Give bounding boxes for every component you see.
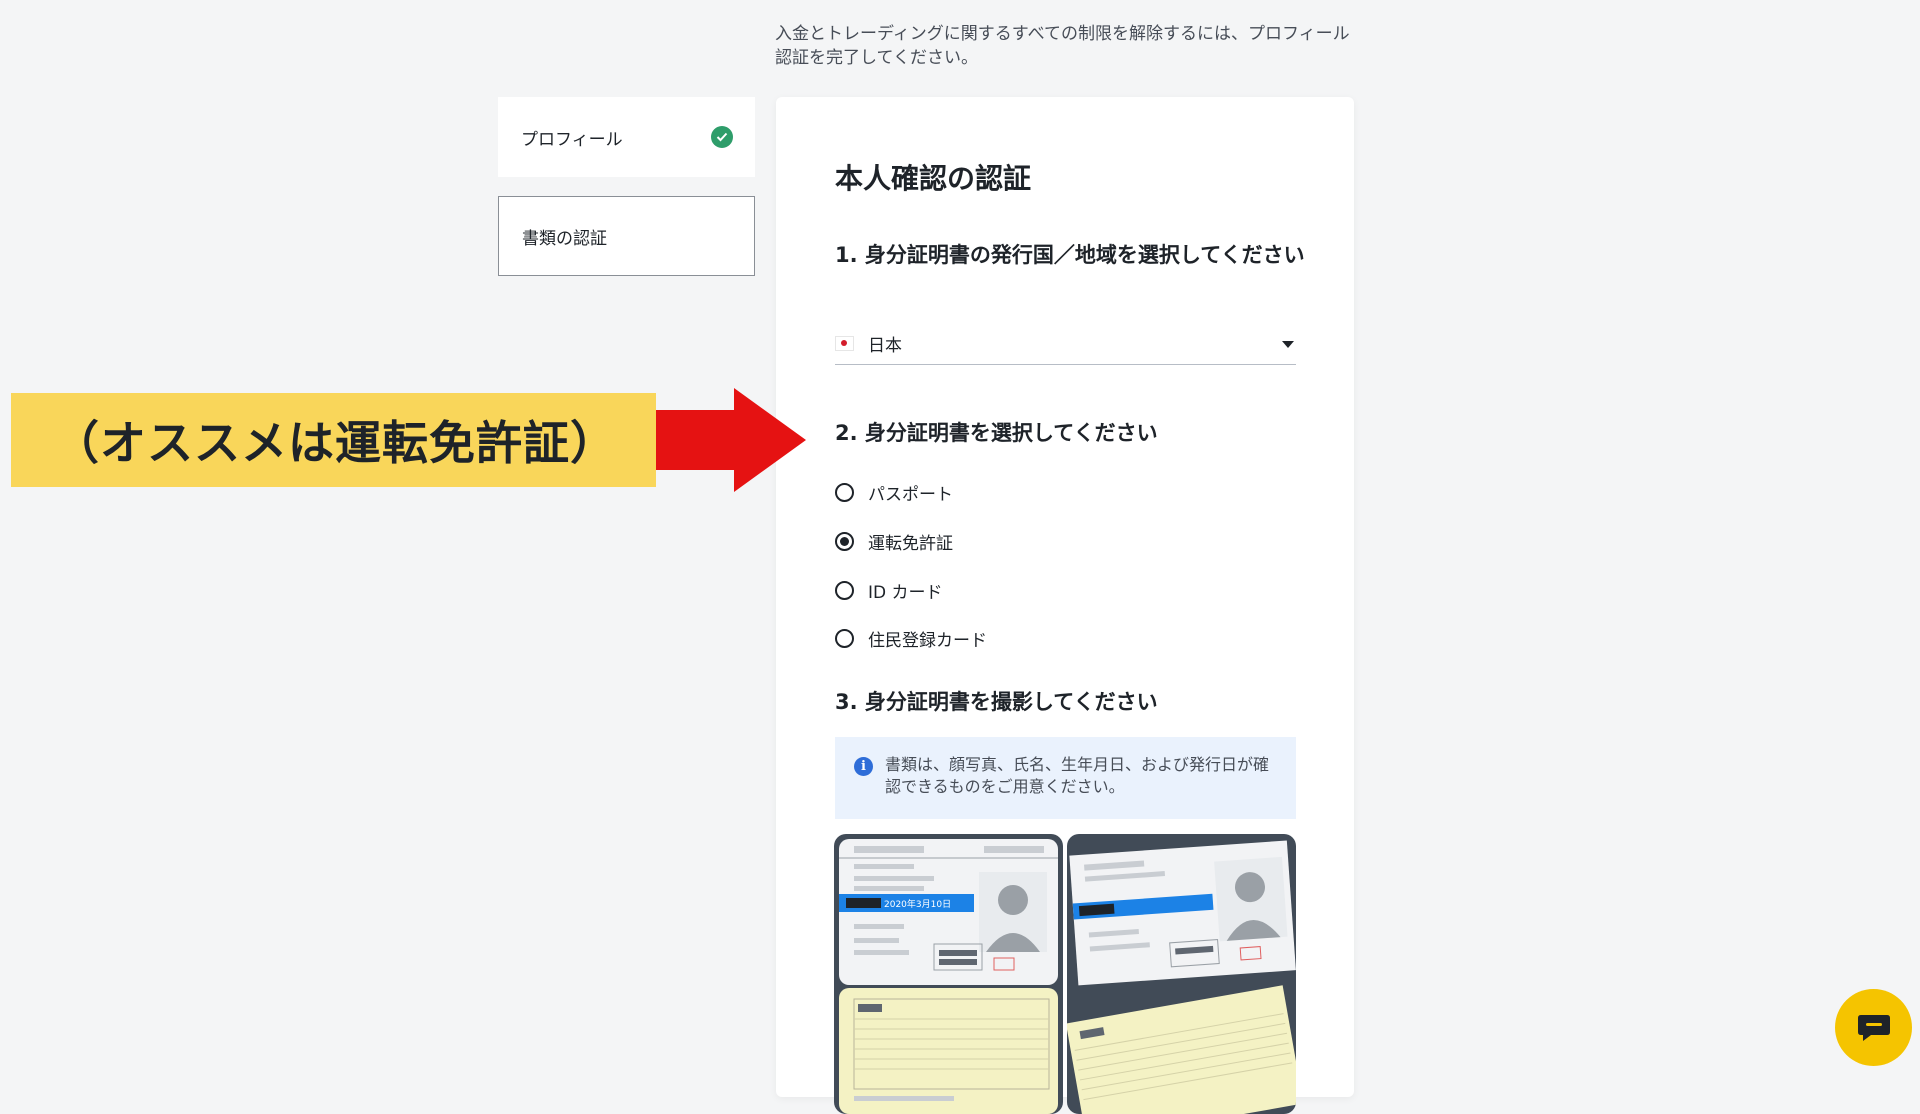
annotation-arrow-icon — [656, 388, 806, 492]
sidebar-item-docs-label: 書類の認証 — [522, 228, 607, 249]
japan-flag-icon — [835, 336, 854, 351]
radio-option-passport[interactable]: パスポート — [835, 480, 953, 505]
recommendation-banner: （オススメは運転免許証） — [11, 393, 656, 487]
sample-date: 2020年3月10日 — [884, 898, 951, 910]
radio-option-residence-card[interactable]: 住民登録カード — [835, 626, 987, 651]
example-photo-flat: 2020年3月10日 — [834, 834, 1063, 1114]
info-icon: i — [854, 757, 873, 776]
radio-label: ID カード — [868, 583, 943, 603]
sidebar-item-profile[interactable]: プロフィール — [498, 97, 755, 177]
step3-title: 3. 身分証明書を撮影してください — [835, 690, 1158, 714]
step2-title: 2. 身分証明書を選択してください — [835, 421, 1158, 445]
step1-title: 1. 身分証明書の発行国／地域を選択してください — [835, 243, 1305, 267]
check-icon — [711, 126, 733, 148]
info-notice: i 書類は、顔写真、氏名、生年月日、および発行日が確認できるものをご用意ください… — [835, 737, 1296, 819]
notice-text: 書類は、顔写真、氏名、生年月日、および発行日が確認できるものをご用意ください。 — [885, 755, 1270, 796]
example-photo-tilted — [1067, 834, 1296, 1114]
radio-button[interactable] — [835, 629, 854, 648]
chat-bubble-icon — [1857, 1014, 1890, 1041]
country-select[interactable]: 日本 — [835, 329, 1296, 365]
radio-label: 運転免許証 — [868, 534, 953, 554]
radio-label: パスポート — [868, 485, 953, 505]
radio-button-selected[interactable] — [835, 532, 854, 551]
intro-text: 入金とトレーディングに関するすべての制限を解除するには、プロフィール認証を完了し… — [775, 24, 1350, 68]
sidebar-item-docs[interactable]: 書類の認証 — [498, 196, 755, 276]
radio-label: 住民登録カード — [868, 631, 987, 651]
radio-button[interactable] — [835, 581, 854, 600]
verification-card: 本人確認の認証 1. 身分証明書の発行国／地域を選択してください 日本 2. 身… — [776, 97, 1354, 1114]
radio-button[interactable] — [835, 483, 854, 502]
page-title: 本人確認の認証 — [835, 162, 1032, 195]
sidebar-item-profile-label: プロフィール — [521, 129, 623, 150]
caret-down-icon — [1282, 341, 1294, 348]
radio-option-id-card[interactable]: ID カード — [835, 578, 943, 603]
country-value: 日本 — [868, 336, 902, 356]
chat-support-button[interactable] — [1835, 989, 1912, 1066]
radio-option-drivers-license[interactable]: 運転免許証 — [835, 529, 953, 554]
